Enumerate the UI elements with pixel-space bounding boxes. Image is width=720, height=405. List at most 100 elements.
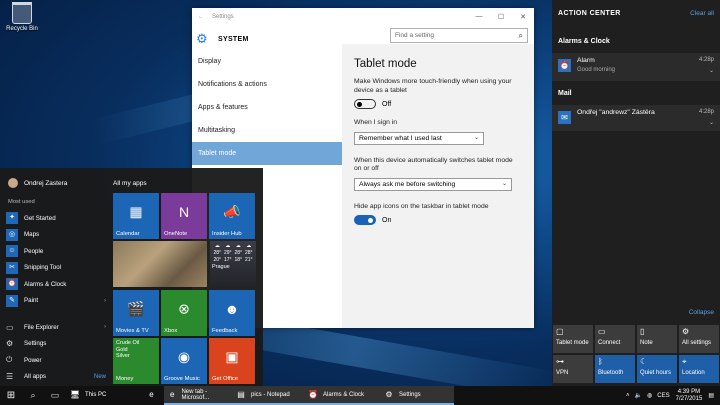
taskbar-notepad[interactable]: ▤ pics - Notepad — [232, 386, 304, 405]
task-view-icon[interactable]: ▭ — [44, 390, 66, 401]
tile-onenote[interactable]: N OneNote — [161, 193, 207, 239]
hide-icons-toggle[interactable] — [354, 215, 376, 225]
xbox-icon: ⊗ — [178, 300, 190, 317]
chevron-down-icon[interactable]: ⌄ — [709, 119, 714, 126]
item-label: File Explorer — [24, 323, 59, 331]
tile-get-office[interactable]: ▣ Get Office — [209, 338, 255, 384]
taskbar-label: Settings — [399, 391, 421, 398]
alarm-clock-icon: ⏰ — [558, 59, 571, 72]
tile-news-photo[interactable] — [113, 241, 207, 287]
group-alarms-clock: Alarms & Clock — [558, 38, 610, 45]
tile-insider-hub[interactable]: 📣 Insider Hub — [209, 193, 255, 239]
clear-all-link[interactable]: Clear all — [690, 10, 714, 17]
hide-icons-label: Hide app icons on the taskbar in tablet … — [354, 202, 489, 210]
chevron-right-icon[interactable]: › — [104, 298, 106, 304]
tile-feedback[interactable]: ☻ Feedback — [209, 290, 255, 336]
quick-tablet-mode[interactable]: ▢ Tablet mode — [553, 325, 593, 353]
onenote-icon: N — [178, 204, 190, 221]
chevron-down-icon[interactable]: ⌄ — [709, 67, 714, 74]
taskbar: ⊞ ⌕ ▭ 🖥 This PC e e New tab - Microsof... … — [0, 386, 720, 405]
tile-money[interactable]: Crude Oil Gold Silver Money — [113, 338, 159, 384]
quick-location[interactable]: ⌖ Location — [679, 355, 719, 383]
search-icon[interactable]: ⌕ — [519, 31, 523, 41]
quick-label: All settings — [682, 340, 712, 346]
all-apps-item[interactable]: ☰ All apps New — [6, 369, 106, 386]
taskbar-this-pc[interactable]: 🖥 This PC — [66, 386, 144, 405]
taskbar-alarms[interactable]: ⏰ Alarms & Clock — [304, 386, 380, 405]
tile-weather[interactable]: ☁ ☁ ☁ ☁ 28° 29° 28° 28° 20° 17° 18° 21° Prague — [210, 241, 256, 287]
tile-groove-music[interactable]: ◉ Groove Music — [161, 338, 207, 384]
paint-icon: ✎ — [6, 294, 18, 307]
weather-cloud-icon: ☁ — [214, 243, 220, 249]
tray-chevron-icon[interactable]: ˄ — [626, 393, 630, 399]
tile-xbox[interactable]: ⊗ Xbox — [161, 290, 207, 336]
weather-cloud-icon: ☁ — [235, 243, 241, 249]
power-item[interactable]: ⏻ Power — [6, 352, 106, 369]
user-account[interactable]: Ondrej Zastera — [8, 178, 67, 188]
nav-tablet-mode[interactable]: Tablet mode — [192, 142, 342, 165]
quick-label: Connect — [598, 340, 621, 346]
signin-dropdown[interactable]: Remember what I used last ⌄ — [354, 131, 484, 145]
section-title: SYSTEM — [218, 35, 249, 43]
app-snipping-tool[interactable]: ✂ Snipping Tool — [6, 260, 106, 277]
maximize-button[interactable]: ☐ — [490, 13, 512, 21]
bluetooth-icon: ᛒ — [598, 357, 603, 366]
search-input[interactable]: Find a setting ⌕ — [390, 28, 528, 43]
quick-vpn[interactable]: ⊶ VPN — [553, 355, 593, 383]
search-placeholder: Find a setting — [395, 32, 435, 39]
calendar-icon: ▦ — [129, 203, 143, 220]
notepad-icon: ▤ — [237, 389, 245, 399]
close-button[interactable]: ✕ — [512, 13, 534, 21]
search-icon[interactable]: ⌕ — [22, 390, 44, 401]
avatar — [8, 178, 18, 188]
volume-icon[interactable]: 🔈 — [635, 392, 642, 399]
quick-all-settings[interactable]: ⚙ All settings — [679, 325, 719, 353]
app-people[interactable]: ☺ People — [6, 243, 106, 260]
app-get-started[interactable]: ✦ Get Started — [6, 210, 106, 227]
user-name: Ondrej Zastera — [24, 179, 68, 187]
quick-bluetooth[interactable]: ᛒ Bluetooth — [595, 355, 635, 383]
taskbar-label: New tab - Microsof... — [181, 388, 210, 401]
network-icon[interactable]: ◍ — [647, 392, 652, 399]
switch-label: When this device automatically switches … — [354, 156, 513, 173]
switch-dropdown[interactable]: Always ask me before switching ⌄ — [354, 177, 512, 191]
chevron-right-icon[interactable]: › — [104, 324, 106, 330]
app-paint[interactable]: ✎ Paint › — [6, 293, 106, 310]
taskbar-edge-pinned[interactable]: e — [144, 386, 164, 405]
taskbar-edge[interactable]: e New tab - Microsof... — [164, 386, 232, 405]
collapse-link[interactable]: Collapse — [689, 309, 714, 316]
tile-label: Calendar — [116, 231, 140, 237]
taskbar-settings[interactable]: ⚙ Settings — [380, 386, 454, 405]
action-center-icon[interactable]: ▤ — [708, 392, 714, 399]
notification-mail[interactable]: ✉ Ondřej "andrewz" Zástěra 4:28p ⌄ — [552, 105, 720, 131]
file-explorer-item[interactable]: ▭ File Explorer › — [6, 319, 106, 336]
gear-icon: ⚙ — [6, 339, 14, 349]
scissors-icon: ✂ — [6, 261, 18, 274]
nav-display[interactable]: Display — [192, 50, 342, 73]
nav-apps-features[interactable]: Apps & features — [192, 96, 342, 119]
back-arrow-icon[interactable]: ← — [198, 14, 212, 20]
nav-multitasking[interactable]: Multitasking — [192, 119, 342, 142]
quick-quiet-hours[interactable]: ☾ Quiet hours — [637, 355, 677, 383]
language-indicator[interactable]: CES — [657, 393, 669, 399]
location-icon: ⌖ — [682, 357, 687, 366]
settings-item[interactable]: ⚙ Settings — [6, 336, 106, 353]
tablet-mode-toggle[interactable] — [354, 99, 376, 109]
quick-connect[interactable]: ▭ Connect — [595, 325, 635, 353]
recycle-bin[interactable]: Recycle Bin — [2, 2, 42, 32]
notification-alarm[interactable]: ⏰ Alarm Good morning 4:28p ⌄ — [552, 53, 720, 81]
taskbar-label: This PC — [85, 391, 107, 398]
notification-title: Ondřej "andrewz" Zástěra — [577, 109, 655, 116]
settings-content: Tablet mode Make Windows more touch-frie… — [342, 44, 534, 328]
tile-calendar[interactable]: ▦ Calendar — [113, 193, 159, 239]
alarm-clock-icon: ⏰ — [308, 389, 318, 399]
clock[interactable]: 4:39 PM 7/27/2015 — [676, 389, 703, 403]
start-button[interactable]: ⊞ — [0, 390, 22, 401]
quick-note[interactable]: ▯ Note — [637, 325, 677, 353]
app-maps[interactable]: ◎ Maps — [6, 227, 106, 244]
minimize-button[interactable]: — — [468, 13, 490, 21]
app-alarms-clock[interactable]: ⏰ Alarms & Clock — [6, 276, 106, 293]
nav-notifications[interactable]: Notifications & actions — [192, 73, 342, 96]
tile-movies-tv[interactable]: 🎬 Movies & TV — [113, 290, 159, 336]
weather-low: 18° — [234, 257, 243, 263]
